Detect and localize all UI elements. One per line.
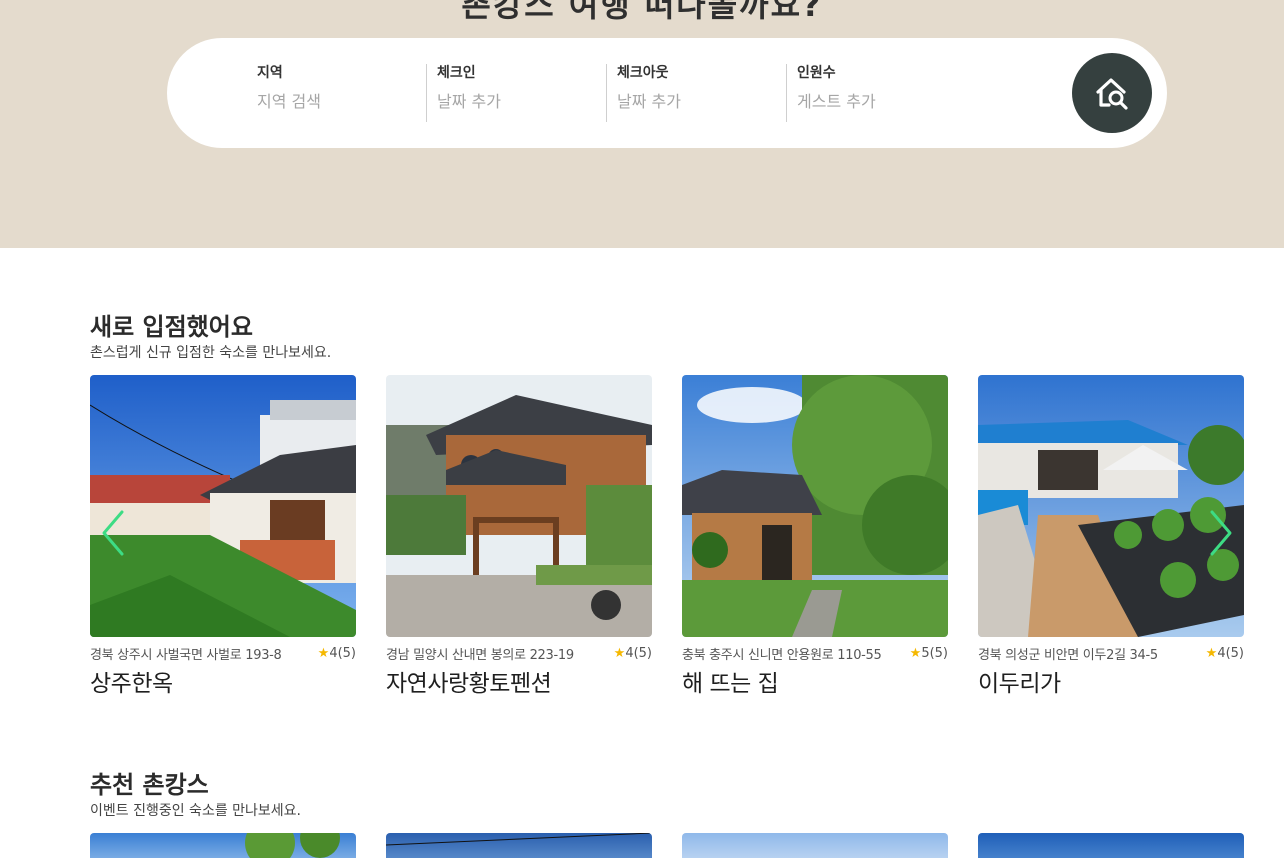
hero-title: 촌캉스 여행 떠나볼까요? xyxy=(461,0,823,24)
new-section-title: 새로 입점했어요 xyxy=(90,313,253,341)
region-field[interactable]: 지역 xyxy=(247,64,407,122)
home-search-icon xyxy=(1096,78,1128,110)
listing-photo[interactable] xyxy=(682,375,948,637)
search-button[interactable] xyxy=(1072,53,1152,133)
checkin-input[interactable] xyxy=(437,92,587,111)
checkout-input[interactable] xyxy=(617,92,767,111)
search-bar: 지역 체크인 체크아웃 인원수 xyxy=(167,38,1167,148)
listing-photo[interactable] xyxy=(978,375,1244,637)
region-input[interactable] xyxy=(257,92,407,111)
listing-address: 경남 밀양시 산내면 봉의로 223-19 xyxy=(386,647,574,663)
listing-address: 경북 상주시 사벌국면 사벌로 193-8 xyxy=(90,647,282,663)
listing-address: 경북 의성군 비안면 이두2길 34-5 xyxy=(978,647,1158,663)
recommend-card-photo[interactable] xyxy=(978,833,1244,858)
guests-field[interactable]: 인원수 xyxy=(786,64,947,122)
checkin-field[interactable]: 체크인 xyxy=(426,64,587,122)
chevron-right-icon[interactable] xyxy=(1206,508,1236,558)
listing-photo[interactable] xyxy=(90,375,356,637)
checkin-label: 체크인 xyxy=(437,65,476,81)
chevron-left-icon[interactable] xyxy=(98,508,128,558)
star-icon: ★ xyxy=(909,645,922,661)
recommend-card-photo[interactable] xyxy=(682,833,948,858)
checkout-label: 체크아웃 xyxy=(617,65,669,81)
recommend-photo-art xyxy=(386,833,652,846)
listing-address: 충북 충주시 신니면 안용원로 110-55 xyxy=(682,647,882,663)
new-section-subtitle: 촌스럽게 신규 입점한 숙소를 만나보세요. xyxy=(90,345,332,361)
recommend-section-title: 추천 촌캉스 xyxy=(90,771,209,799)
guests-label: 인원수 xyxy=(797,65,836,81)
checkout-field[interactable]: 체크아웃 xyxy=(606,64,767,122)
star-icon: ★ xyxy=(1205,645,1218,661)
listing-photo[interactable] xyxy=(386,375,652,637)
listing-rating: ★5(5) xyxy=(909,645,948,661)
listing-card[interactable]: 충북 충주시 신니면 안용원로 110-55 ★5(5) 해 뜨는 집 xyxy=(682,375,948,698)
star-icon: ★ xyxy=(317,645,330,661)
listing-card[interactable]: 경북 의성군 비안면 이두2길 34-5 ★4(5) 이두리가 xyxy=(978,375,1244,698)
guests-input[interactable] xyxy=(797,92,947,111)
listing-name[interactable]: 자연사랑황토펜션 xyxy=(386,664,652,698)
listing-name[interactable]: 이두리가 xyxy=(978,664,1244,698)
star-icon: ★ xyxy=(613,645,626,661)
recommend-card-photo[interactable] xyxy=(386,833,652,858)
listing-card[interactable]: 경남 밀양시 산내면 봉의로 223-19 ★4(5) 자연사랑황토펜션 xyxy=(386,375,652,698)
listing-name[interactable]: 상주한옥 xyxy=(90,664,356,698)
listing-name[interactable]: 해 뜨는 집 xyxy=(682,664,948,698)
recommend-card-photo[interactable] xyxy=(90,833,356,858)
listing-rating: ★4(5) xyxy=(1205,645,1244,661)
hero-banner: 촌캉스 여행 떠나볼까요? 지역 체크인 체크아웃 인원수 xyxy=(0,0,1284,248)
listing-card[interactable]: 경북 상주시 사벌국면 사벌로 193-8 ★4(5) 상주한옥 xyxy=(90,375,356,698)
recommend-photo-art xyxy=(245,833,340,858)
recommend-section-subtitle: 이벤트 진행중인 숙소를 만나보세요. xyxy=(90,803,301,819)
listing-rating: ★4(5) xyxy=(613,645,652,661)
region-label: 지역 xyxy=(257,65,283,81)
listing-rating: ★4(5) xyxy=(317,645,356,661)
